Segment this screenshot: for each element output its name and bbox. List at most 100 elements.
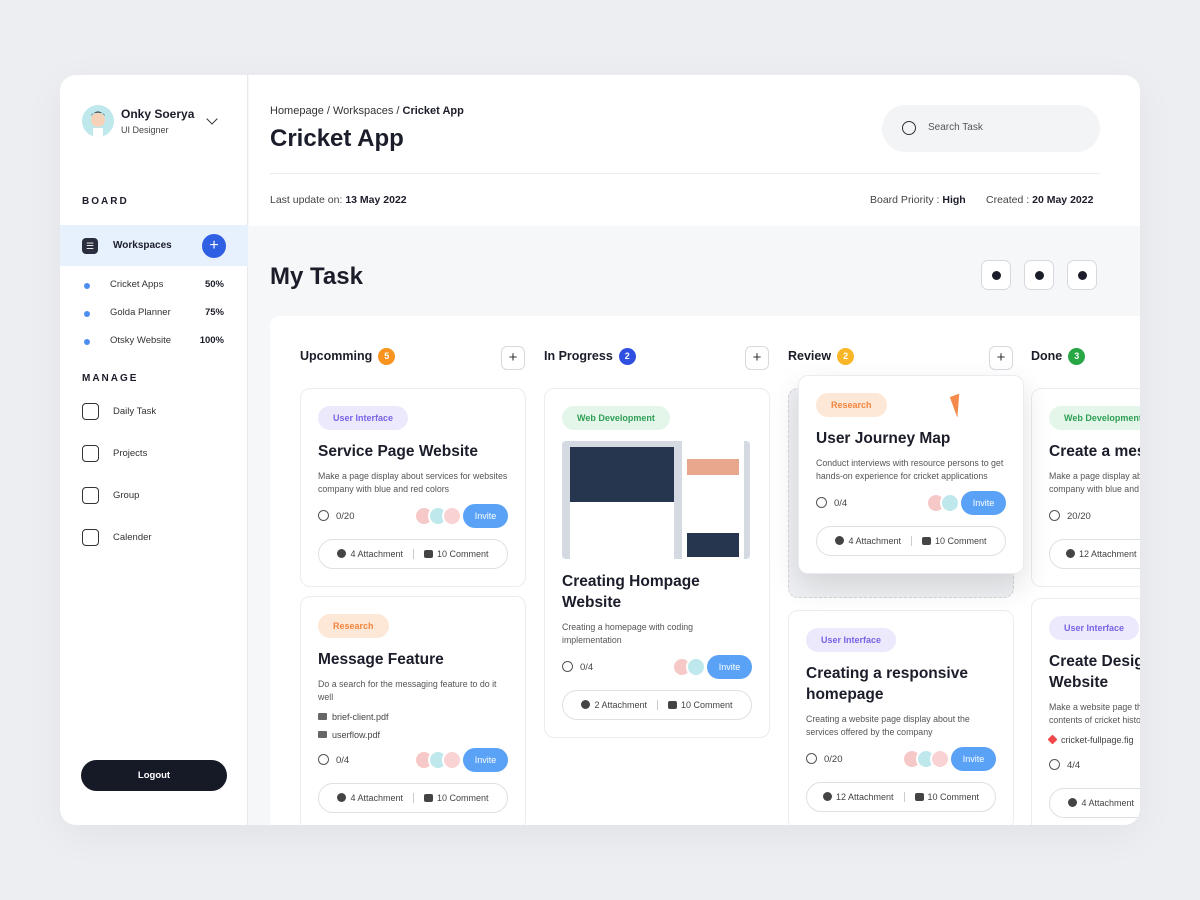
file-name: userflow.pdf xyxy=(332,730,381,740)
sidebar-item-group[interactable]: Group xyxy=(82,487,222,505)
card-title[interactable]: Creating a responsive homepage xyxy=(806,663,996,705)
card-title[interactable]: User Journey Map xyxy=(816,428,1006,449)
task-card[interactable]: Web Development Create a messaging app Mak… xyxy=(1031,388,1140,587)
breadcrumb-homepage[interactable]: Homepage xyxy=(270,105,324,117)
sidebar-item-daily-task[interactable]: Daily Task xyxy=(82,403,222,421)
workspace-item[interactable]: Cricket Apps 50% xyxy=(82,279,224,293)
comment-count[interactable]: 10 Comment xyxy=(922,536,987,546)
invite-button[interactable]: Invite xyxy=(463,748,508,772)
add-task-button[interactable]: + xyxy=(745,346,769,370)
search-input[interactable]: Search Task xyxy=(882,105,1100,152)
card-title[interactable]: Create Design Website xyxy=(1049,651,1140,693)
file-attachment[interactable]: userflow.pdf xyxy=(318,730,508,740)
breadcrumb-workspaces[interactable]: Workspaces xyxy=(333,105,393,117)
invite-button[interactable]: Invite xyxy=(951,747,996,771)
last-update-label: Last update on: xyxy=(270,194,343,206)
attachment-count[interactable]: 12 Attachment xyxy=(823,792,894,802)
card-description: Conduct interviews with resource persons… xyxy=(816,458,1004,481)
card-footer: 4 Attachment 10 Comment xyxy=(318,539,508,569)
check-circle-icon xyxy=(816,497,827,508)
folder-icon xyxy=(318,713,327,720)
created-label: Created : xyxy=(986,194,1030,206)
task-card[interactable]: User Interface Creating a responsive home… xyxy=(788,610,1014,825)
workspace-item[interactable]: Otsky Website 100% xyxy=(82,335,224,349)
invite-button[interactable]: Invite xyxy=(463,504,508,528)
workspace-name: Otsky Website xyxy=(110,335,172,346)
user-icon xyxy=(992,271,1001,280)
file-attachment[interactable]: brief-client.pdf xyxy=(318,712,508,722)
attachment-count[interactable]: 4 Attachment xyxy=(1068,798,1134,808)
add-workspace-button[interactable]: + xyxy=(202,234,226,258)
progress-value: 20/20 xyxy=(1067,511,1091,522)
sidebar-item-calender[interactable]: Calender xyxy=(82,529,222,547)
attachment-count[interactable]: 2 Attachment xyxy=(581,700,647,710)
task-card[interactable]: Web Development Creating Hompage Website C… xyxy=(544,388,770,738)
comment-count[interactable]: 10 Comment xyxy=(424,549,489,559)
task-card[interactable]: User Interface Service Page Website Make a… xyxy=(300,388,526,587)
task-card[interactable]: Research User Journey Map Conduct intervie… xyxy=(798,375,1024,574)
check-circle-icon xyxy=(1049,759,1060,770)
created-date: Created : 20 May 2022 xyxy=(986,194,1093,206)
workspace-name: Golda Planner xyxy=(110,307,171,318)
column-header: Done 3 xyxy=(1031,348,1086,368)
task-card[interactable]: Research Message Feature Do a search for t… xyxy=(300,596,526,825)
menu-label: Daily Task xyxy=(113,406,157,417)
category-tag: User Interface xyxy=(1049,616,1140,640)
workspace-item[interactable]: Golda Planner 75% xyxy=(82,307,224,321)
add-task-button[interactable]: + xyxy=(989,346,1013,370)
progress-value: 0/4 xyxy=(336,755,350,766)
divider xyxy=(413,549,414,559)
breadcrumb-current: Cricket App xyxy=(402,105,464,117)
comment-count[interactable]: 10 Comment xyxy=(424,793,489,803)
avatar[interactable] xyxy=(82,105,114,137)
attachment-count[interactable]: 4 Attachment xyxy=(337,549,403,559)
menu-label: Projects xyxy=(113,448,148,459)
card-footer: 2 Attachment 10 Comment xyxy=(562,690,752,720)
file-attachment[interactable]: cricket-fullpage.fig xyxy=(1047,734,1140,745)
last-update: Last update on: 13 May 2022 xyxy=(270,194,407,206)
calendar-icon xyxy=(82,529,99,546)
add-task-button[interactable]: + xyxy=(501,346,525,370)
avatar-group xyxy=(926,493,960,513)
column-title: In Progress xyxy=(544,349,613,363)
avatar xyxy=(686,657,706,677)
grid-icon xyxy=(82,403,99,420)
card-description: Make a page display about services for w… xyxy=(1049,471,1140,494)
sidebar-item-projects[interactable]: Projects xyxy=(82,445,222,463)
card-title[interactable]: Message Feature xyxy=(318,649,508,670)
category-tag: Web Development xyxy=(562,406,670,430)
user-role: UI Designer xyxy=(121,125,169,135)
invite-button[interactable]: Invite xyxy=(707,655,752,679)
breadcrumb: Homepage / Workspaces / Cricket App xyxy=(270,105,464,117)
check-circle-icon xyxy=(318,510,329,521)
divider xyxy=(270,173,1100,174)
column-title: Review xyxy=(788,349,832,363)
category-tag: Research xyxy=(816,393,887,417)
task-card[interactable]: User Interface Create Design Website Make … xyxy=(1031,598,1140,825)
comment-count[interactable]: 10 Comment xyxy=(915,792,980,802)
attachment-count[interactable]: 4 Attachment xyxy=(337,793,403,803)
card-title[interactable]: Create a messaging app xyxy=(1049,441,1140,462)
card-title[interactable]: Creating Hompage Website xyxy=(562,571,752,613)
page-title: Cricket App xyxy=(270,125,404,152)
members-button[interactable] xyxy=(981,260,1011,290)
attachment-count[interactable]: 4 Attachment xyxy=(835,536,901,546)
column-header: Upcomming 5 xyxy=(300,348,396,368)
column-header: In Progress 2 xyxy=(544,348,636,368)
chevron-down-icon[interactable] xyxy=(206,113,218,125)
divider xyxy=(911,536,912,546)
divider xyxy=(657,700,658,710)
chart-icon xyxy=(82,445,99,462)
card-description: Make a website page that tells us with t… xyxy=(1049,702,1140,725)
avatar-group xyxy=(902,749,950,769)
logout-button[interactable]: Logout xyxy=(81,760,227,791)
checklist-progress: 0/4 xyxy=(562,661,593,673)
settings-button[interactable] xyxy=(1024,260,1054,290)
kanban-board: Upcomming 5 + In Progress 2 + Review 2 + Done 3 Use… xyxy=(270,316,1140,825)
invite-button[interactable]: Invite xyxy=(961,491,1006,515)
comment-count[interactable]: 10 Comment xyxy=(668,700,733,710)
attachment-count[interactable]: 12 Attachment xyxy=(1066,549,1137,559)
user-name: Onky Soerya xyxy=(121,107,195,121)
info-button[interactable] xyxy=(1067,260,1097,290)
card-title[interactable]: Service Page Website xyxy=(318,441,508,462)
